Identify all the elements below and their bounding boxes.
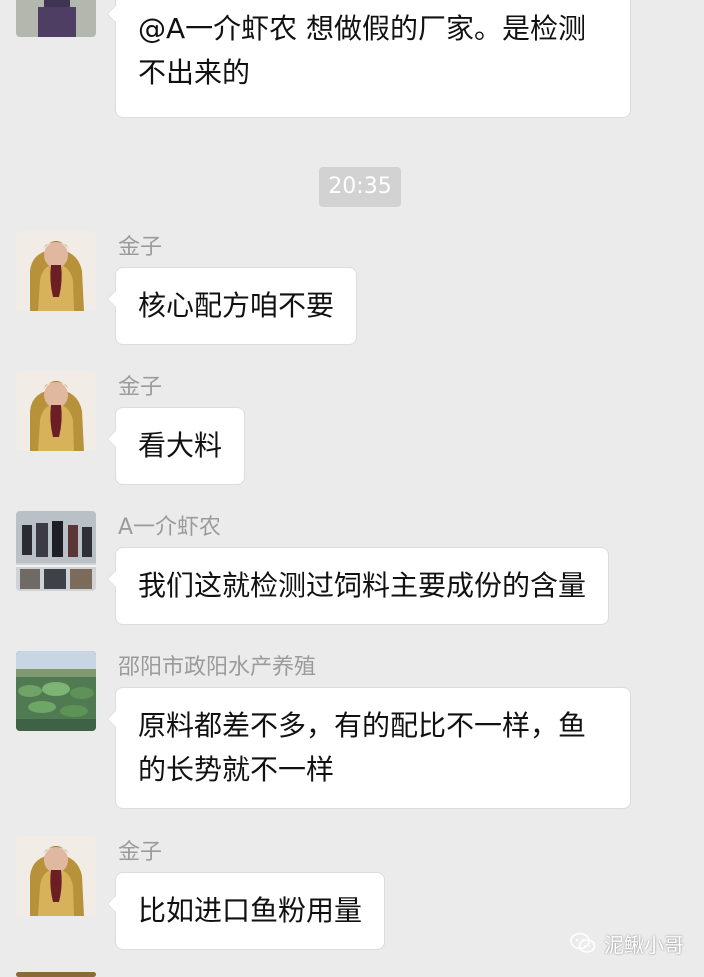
message-text: 看大料: [138, 429, 223, 462]
sender-name: 邵阳市政阳水产养殖: [118, 655, 317, 680]
avatar[interactable]: [16, 972, 96, 977]
avatar[interactable]: [16, 511, 96, 591]
watermark: 泥鳅小哥: [570, 929, 684, 957]
message-text: 原料都差不多，有的配比不一样，鱼的长势就不一样: [138, 709, 587, 786]
message-text: 核心配方咱不要: [138, 289, 335, 322]
avatar[interactable]: [16, 836, 96, 916]
time-badge: 20:35: [319, 167, 401, 207]
message-bubble[interactable]: 原料都差不多，有的配比不一样，鱼的长势就不一样: [107, 687, 631, 809]
message-text: @A一介虾农 想做假的厂家。是检测不出来的: [138, 12, 587, 89]
avatar[interactable]: [16, 231, 96, 311]
message-bubble[interactable]: @A一介虾农 想做假的厂家。是检测不出来的: [107, 0, 631, 118]
avatar[interactable]: [16, 651, 96, 731]
message-bubble[interactable]: 我们这就检测过饲料主要成份的含量: [106, 547, 610, 625]
avatar[interactable]: [16, 0, 96, 37]
message-bubble[interactable]: 核心配方咱不要: [106, 267, 358, 345]
sender-name: 金子: [118, 840, 163, 865]
sender-name: 金子: [118, 375, 163, 400]
avatar[interactable]: [16, 371, 96, 451]
message-bubble[interactable]: 看大料: [106, 407, 246, 485]
wechat-icon: [570, 932, 596, 953]
message-text: 我们这就检测过饲料主要成份的含量: [138, 569, 587, 602]
sender-name: A一介虾农: [118, 515, 222, 540]
sender-name: 金子: [118, 235, 163, 260]
message-bubble[interactable]: 比如进口鱼粉用量: [106, 872, 386, 950]
watermark-text: 泥鳅小哥: [604, 932, 684, 957]
message-text: 比如进口鱼粉用量: [138, 894, 363, 927]
